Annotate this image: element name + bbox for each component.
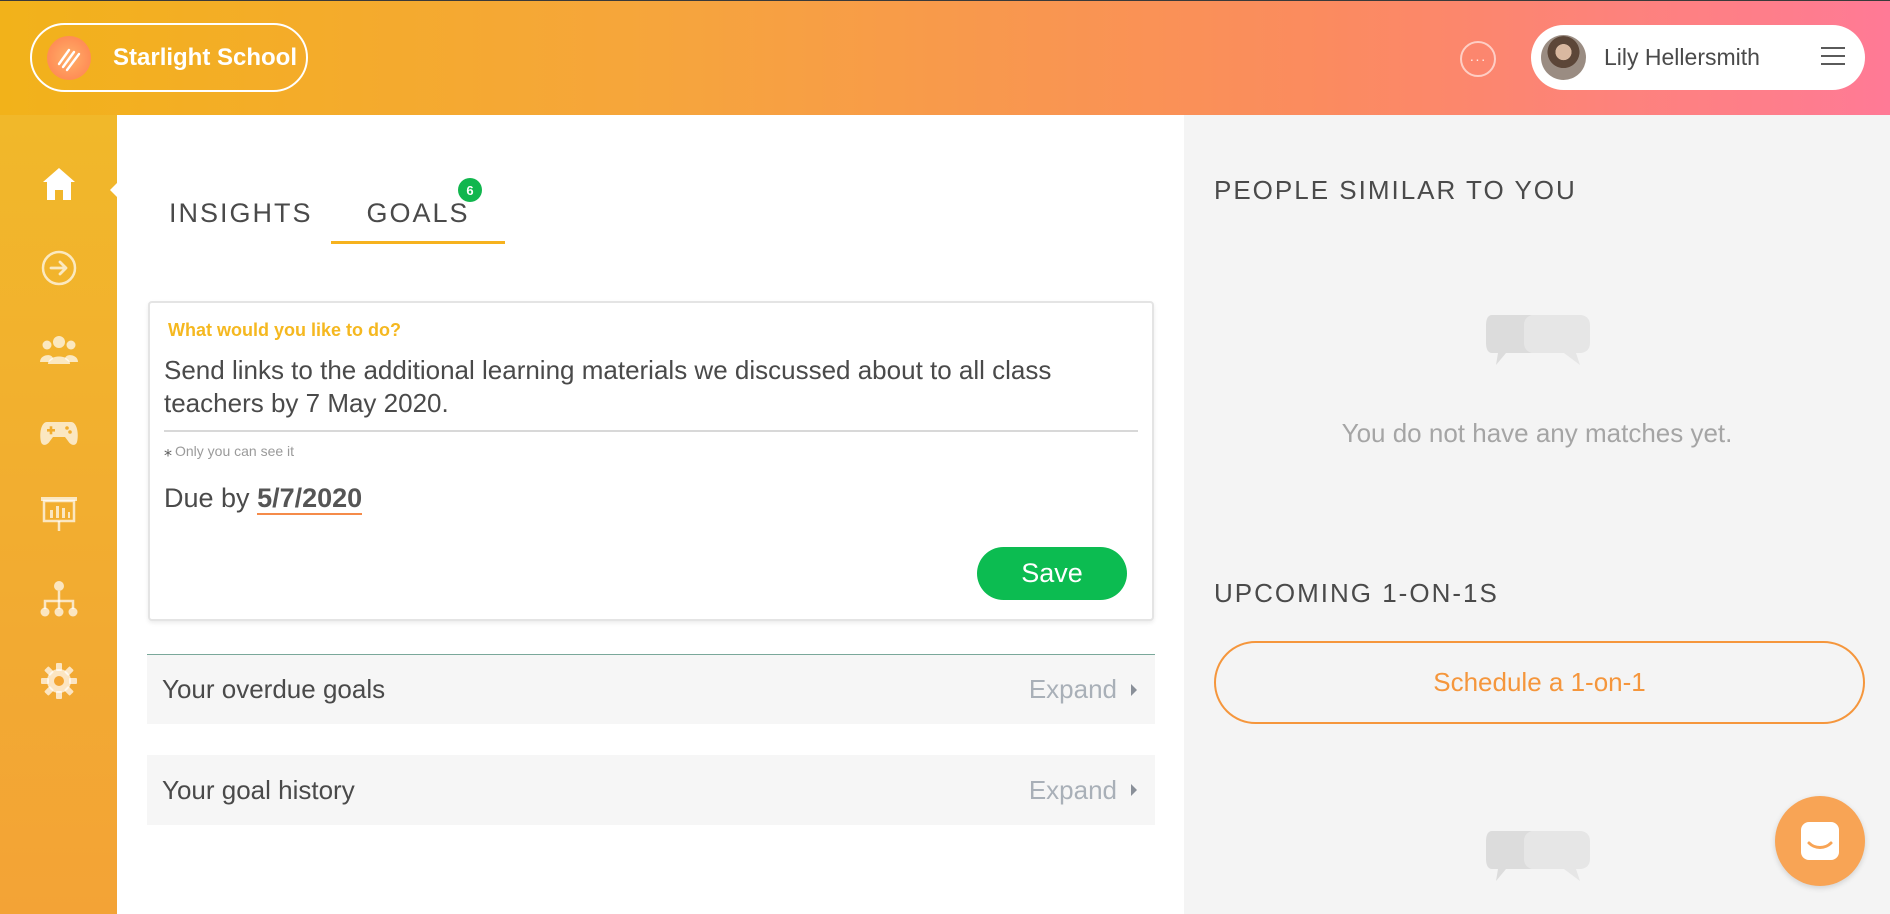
schedule-1on1-button[interactable]: Schedule a 1-on-1 — [1214, 641, 1865, 724]
hamburger-menu-icon[interactable] — [1821, 47, 1845, 67]
home-icon — [43, 168, 75, 200]
sidebar-nav — [0, 115, 118, 914]
overdue-goals-title: Your overdue goals — [162, 674, 386, 704]
main-content: INSIGHTS GOALS 6 What would you like to … — [117, 115, 1184, 914]
overdue-expand-toggle[interactable]: Expand — [1029, 674, 1137, 705]
org-chart-icon — [40, 581, 78, 617]
tab-insights[interactable]: INSIGHTS — [169, 185, 329, 241]
sidebar-item-settings[interactable] — [38, 660, 80, 702]
due-date-picker[interactable]: 5/7/2020 — [257, 483, 363, 515]
due-prefix: Due by — [164, 483, 250, 513]
history-expand-label: Expand — [1028, 774, 1117, 805]
arrow-right-circle-icon — [41, 250, 77, 286]
people-similar-heading: PEOPLE SIMILAR TO YOU — [1214, 175, 1577, 205]
goal-text-input[interactable]: Send links to the additional learning ma… — [164, 354, 1124, 420]
privacy-note-text: Only you can see it — [175, 443, 295, 459]
school-logo-icon — [47, 35, 91, 80]
brand-home-link[interactable]: Starlight School — [30, 23, 308, 92]
user-menu[interactable]: Lily Hellersmith — [1531, 25, 1865, 90]
more-dots-icon: ··· — [1469, 51, 1487, 67]
asterisk-icon: ⁎ — [164, 443, 172, 460]
sidebar-item-checkin[interactable] — [38, 247, 80, 289]
presentation-icon — [41, 497, 77, 531]
sidebar-item-org-chart[interactable] — [38, 578, 80, 620]
save-button[interactable]: Save — [977, 547, 1127, 600]
messenger-icon — [1801, 822, 1839, 860]
sidebar-item-people[interactable] — [38, 329, 80, 371]
sidebar-item-games[interactable] — [38, 412, 80, 454]
overdue-expand-label: Expand — [1028, 674, 1117, 704]
caret-right-icon — [1131, 683, 1137, 696]
sidebar-item-home[interactable] — [38, 163, 80, 205]
goal-input-underline — [164, 430, 1138, 432]
caret-right-icon — [1131, 784, 1137, 796]
no-matches-message: You do not have any matches yet. — [1341, 418, 1733, 448]
sidebar-item-presentations[interactable] — [38, 493, 80, 535]
gamepad-icon — [40, 422, 78, 445]
chat-bubbles-icon — [1486, 831, 1590, 881]
tab-insights-label: INSIGHTS — [169, 197, 313, 228]
goal-prompt-label: What would you like to do? — [168, 320, 401, 340]
avatar — [1541, 35, 1586, 80]
due-date-row: Due by 5/7/2020 — [164, 483, 363, 515]
goals-count-badge: 6 — [458, 178, 482, 202]
chat-launcher-button[interactable] — [1775, 796, 1865, 886]
people-icon — [40, 336, 78, 364]
more-options-button[interactable]: ··· — [1460, 41, 1496, 77]
privacy-note: ⁎ Only you can see it — [164, 441, 294, 461]
chat-bubbles-icon — [1486, 315, 1590, 365]
history-expand-toggle[interactable]: Expand — [1029, 775, 1137, 806]
goal-form: What would you like to do? Send links to… — [148, 301, 1154, 621]
gear-icon — [41, 663, 77, 699]
right-panel: PEOPLE SIMILAR TO YOU You do not have an… — [1184, 115, 1890, 914]
upcoming-1on1s-heading: UPCOMING 1-ON-1S — [1214, 578, 1499, 608]
top-header: Starlight School ··· Lily Hellersmith — [0, 0, 1890, 115]
tab-goals-label: GOALS — [366, 197, 470, 228]
overdue-goals-panel[interactable]: Your overdue goals Expand — [147, 654, 1155, 724]
goal-history-title: Your goal history — [162, 774, 355, 805]
goal-history-panel[interactable]: Your goal history Expand — [147, 755, 1155, 825]
user-name: Lily Hellersmith — [1604, 44, 1760, 70]
school-name: Starlight School — [113, 43, 298, 71]
